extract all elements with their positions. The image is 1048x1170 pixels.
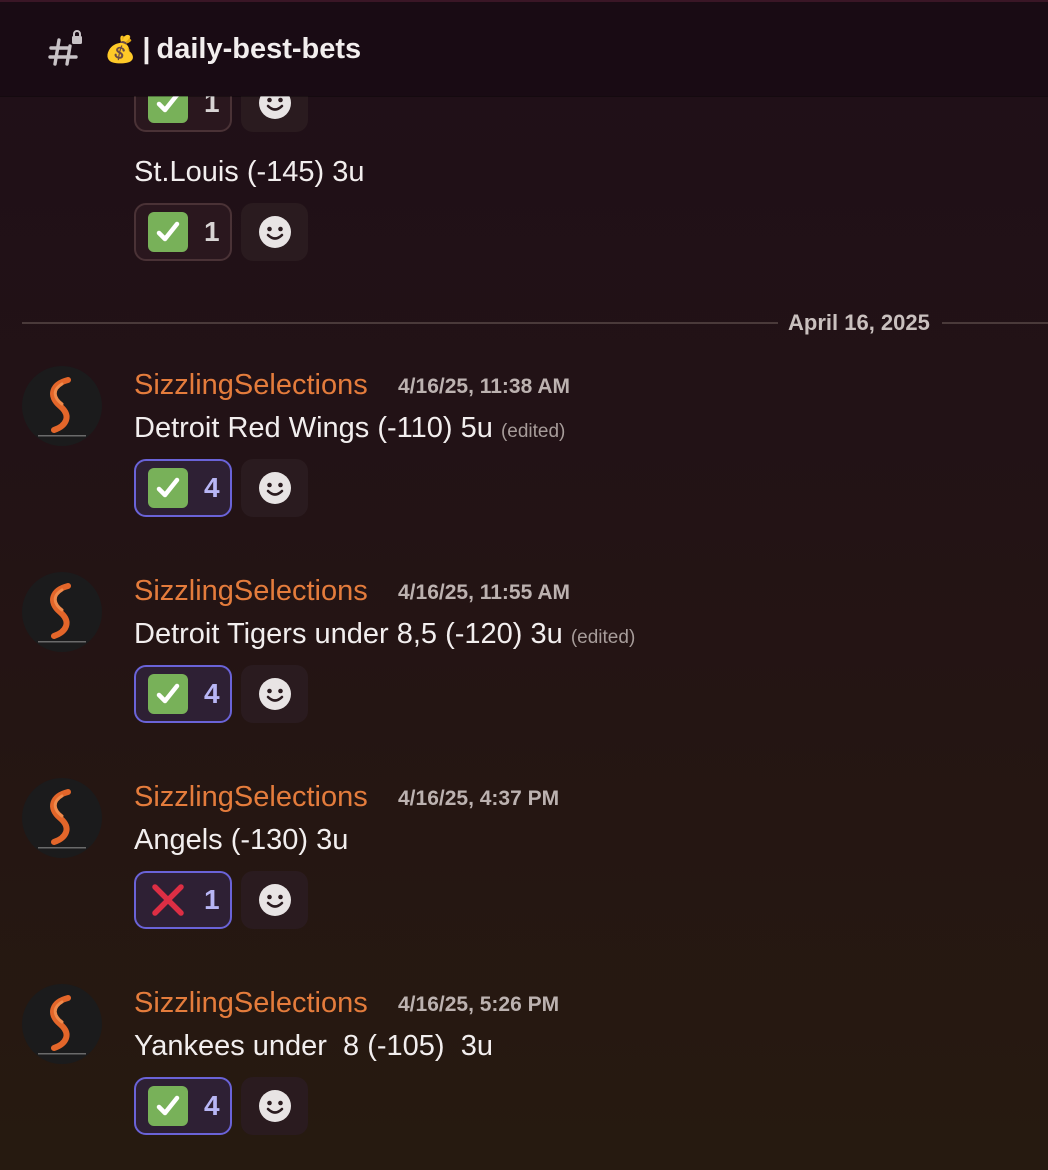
message-text: Angels (-130) 3u: [134, 824, 349, 856]
check-mark-icon: [148, 212, 188, 252]
message-timestamp: 4/16/25, 11:38 AM: [398, 375, 570, 398]
reaction-count: 4: [204, 678, 220, 709]
money-bag-icon: 💰: [104, 34, 137, 64]
reaction-check-button[interactable]: 1: [134, 203, 232, 261]
add-reaction-button[interactable]: [241, 1077, 308, 1135]
message-body: Detroit Red Wings (-110) 5u: [134, 412, 493, 444]
reaction-check-button[interactable]: 4: [134, 459, 232, 517]
message-timestamp: 4/16/25, 11:55 AM: [398, 581, 570, 604]
add-reaction-button[interactable]: [241, 871, 308, 929]
reaction-count: 1: [204, 216, 220, 247]
message-author[interactable]: SizzlingSelections: [134, 781, 368, 814]
channel-separator: |: [142, 33, 151, 65]
avatar[interactable]: [22, 984, 102, 1064]
reaction-count: 4: [204, 1090, 220, 1121]
channel-header: 💰 | daily-best-bets: [0, 0, 1048, 96]
smiley-icon: [258, 884, 291, 916]
smiley-icon: [258, 472, 291, 504]
sizzling-logo-icon: [38, 789, 86, 849]
add-reaction-button[interactable]: [241, 459, 308, 517]
message-text: Yankees under 8 (-105) 3u: [134, 1030, 493, 1062]
message-author[interactable]: SizzlingSelections: [134, 575, 368, 608]
channel-name: daily-best-bets: [156, 33, 362, 65]
message-timestamp: 4/16/25, 4:37 PM: [398, 787, 560, 810]
reaction-count: 4: [204, 472, 220, 503]
sizzling-logo-icon: [38, 995, 86, 1055]
edited-label: (edited): [570, 627, 636, 648]
smiley-icon: [258, 1090, 291, 1122]
reaction-check-button[interactable]: 4: [134, 665, 232, 723]
avatar[interactable]: [22, 778, 102, 858]
smiley-icon: [258, 678, 291, 710]
reaction-count: 1: [204, 884, 220, 915]
channel-title[interactable]: 💰 | daily-best-bets: [104, 33, 361, 66]
date-divider-label: April 16, 2025: [788, 310, 930, 335]
check-mark-icon: [148, 674, 188, 714]
check-mark-icon: [148, 1086, 188, 1126]
add-reaction-button[interactable]: [241, 665, 308, 723]
cross-mark-icon: [148, 880, 188, 920]
message-body: Detroit Tigers under 8,5 (-120) 3u: [134, 618, 563, 650]
date-divider-line: [22, 322, 778, 324]
message-author[interactable]: SizzlingSelections: [134, 987, 368, 1020]
message-timestamp: 4/16/25, 5:26 PM: [398, 993, 560, 1016]
sizzling-logo-icon: [38, 377, 86, 437]
avatar[interactable]: [22, 366, 102, 446]
add-reaction-button[interactable]: [241, 203, 308, 261]
message-author[interactable]: SizzlingSelections: [134, 369, 368, 402]
message-text: Detroit Red Wings (-110) 5u (edited): [134, 412, 565, 445]
sizzling-logo-icon: [38, 583, 86, 643]
date-divider-line: [942, 322, 1048, 324]
check-mark-icon: [148, 468, 188, 508]
message-text: Detroit Tigers under 8,5 (-120) 3u (edit…: [134, 618, 635, 651]
edited-label: (edited): [500, 421, 566, 442]
smiley-icon: [258, 216, 291, 248]
reaction-cross-button[interactable]: 1: [134, 871, 232, 929]
reaction-check-button[interactable]: 4: [134, 1077, 232, 1135]
avatar[interactable]: [22, 572, 102, 652]
locked-hash-icon: [48, 30, 82, 66]
message-text: St.Louis (-145) 3u: [134, 156, 365, 188]
